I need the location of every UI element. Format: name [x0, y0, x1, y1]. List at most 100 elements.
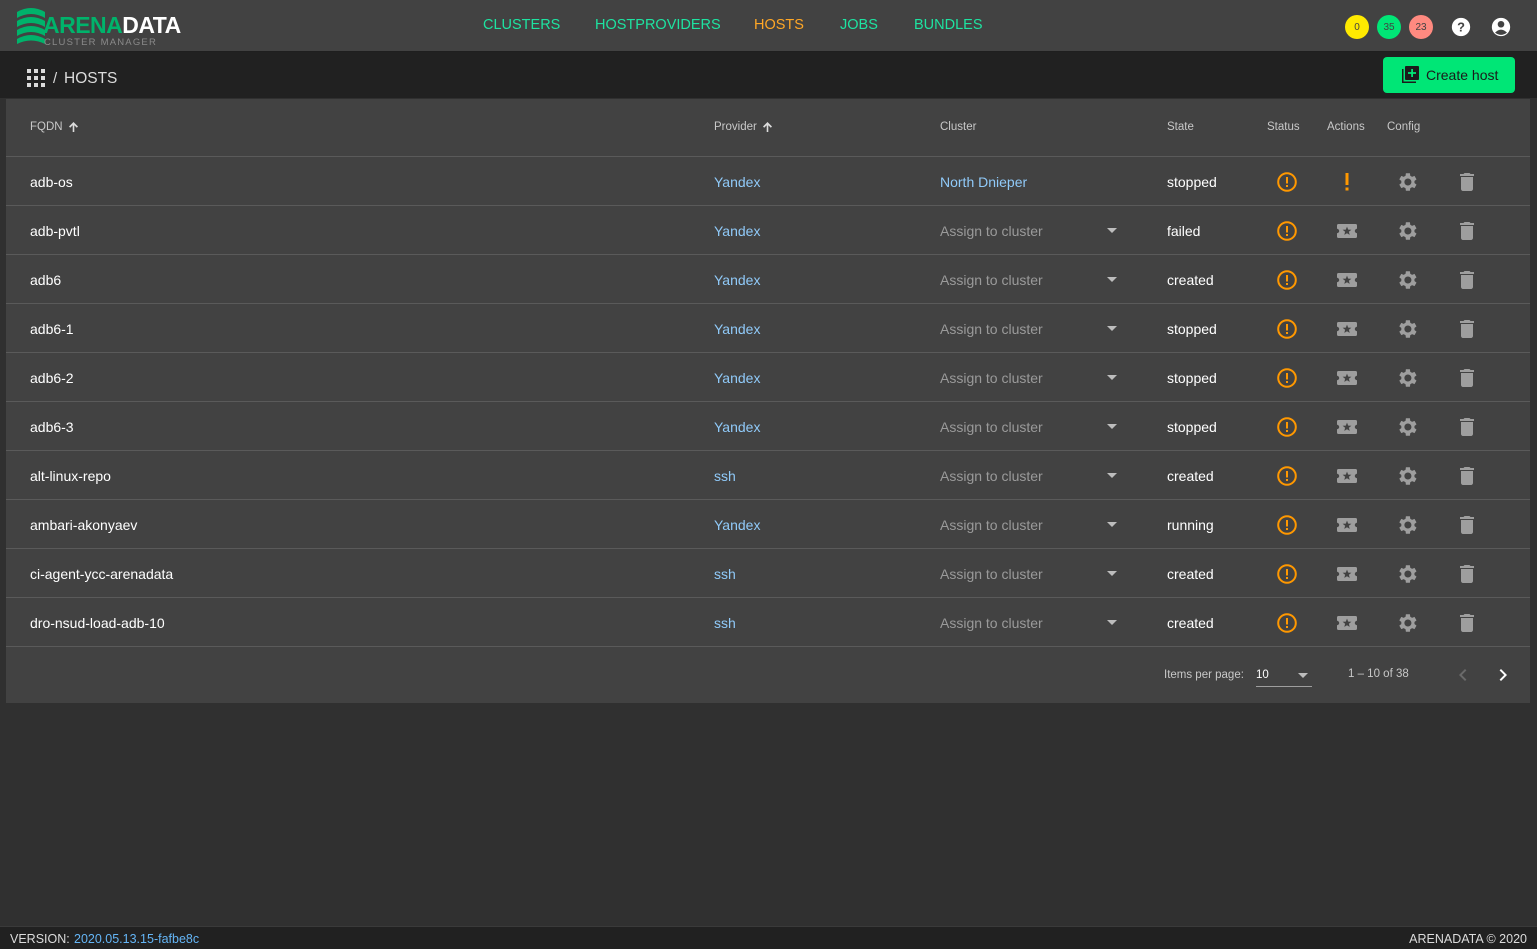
help-icon[interactable]: ?: [1450, 16, 1472, 38]
actions-icon[interactable]: [1334, 317, 1360, 341]
nav-clusters[interactable]: CLUSTERS: [483, 17, 560, 33]
delete-icon[interactable]: [1455, 611, 1479, 635]
breadcrumb-current: HOSTS: [64, 70, 118, 87]
logo[interactable]: ARENADATA CLUSTER MANAGER: [14, 4, 189, 48]
logo-subtitle: CLUSTER MANAGER: [44, 37, 158, 48]
assign-cluster-select[interactable]: Assign to cluster: [940, 468, 1043, 484]
version-link[interactable]: 2020.05.13.15-fafbe8c: [74, 932, 199, 946]
library-add-icon: [1402, 66, 1419, 83]
nav-jobs[interactable]: JOBS: [840, 17, 878, 33]
status-warning-icon[interactable]: [1275, 611, 1299, 635]
actions-icon[interactable]: [1334, 611, 1360, 635]
chevron-down-icon[interactable]: [1107, 228, 1117, 233]
provider-link[interactable]: Yandex: [714, 321, 760, 337]
delete-icon[interactable]: [1455, 219, 1479, 243]
actions-icon[interactable]: [1334, 464, 1360, 488]
settings-icon[interactable]: [1395, 366, 1419, 390]
actions-icon[interactable]: [1334, 219, 1360, 243]
settings-icon[interactable]: [1395, 268, 1419, 292]
apps-icon[interactable]: [27, 69, 45, 87]
chevron-down-icon[interactable]: [1107, 326, 1117, 331]
actions-icon[interactable]: [1334, 562, 1360, 586]
settings-icon[interactable]: [1395, 562, 1419, 586]
actions-icon[interactable]: [1334, 513, 1360, 537]
host-state: stopped: [1167, 419, 1217, 435]
status-warning-icon[interactable]: [1275, 562, 1299, 586]
assign-cluster-select[interactable]: Assign to cluster: [940, 370, 1043, 386]
provider-link[interactable]: Yandex: [714, 272, 760, 288]
svg-text:?: ?: [1457, 20, 1465, 35]
cluster-link[interactable]: North Dnieper: [940, 174, 1027, 190]
assign-cluster-select[interactable]: Assign to cluster: [940, 419, 1043, 435]
table-row: adb6 Yandex Assign to cluster created: [6, 255, 1530, 304]
assign-cluster-select[interactable]: Assign to cluster: [940, 223, 1043, 239]
settings-icon[interactable]: [1395, 170, 1419, 194]
account-circle-icon[interactable]: [1490, 16, 1512, 38]
delete-icon[interactable]: [1455, 513, 1479, 537]
settings-icon[interactable]: [1395, 464, 1419, 488]
provider-link[interactable]: Yandex: [714, 419, 760, 435]
delete-icon[interactable]: [1455, 317, 1479, 341]
column-header-config: Config: [1387, 121, 1421, 133]
chevron-down-icon[interactable]: [1107, 375, 1117, 380]
delete-icon[interactable]: [1455, 464, 1479, 488]
status-warning-icon[interactable]: [1275, 170, 1299, 194]
actions-icon[interactable]: [1334, 415, 1360, 439]
status-warning-icon[interactable]: [1275, 317, 1299, 341]
nav-bundles[interactable]: BUNDLES: [914, 17, 983, 33]
column-header-fqdn[interactable]: FQDN: [30, 121, 79, 133]
chevron-down-icon[interactable]: [1107, 571, 1117, 576]
assign-cluster-select[interactable]: Assign to cluster: [940, 272, 1043, 288]
delete-icon[interactable]: [1455, 415, 1479, 439]
assign-cluster-select[interactable]: Assign to cluster: [940, 615, 1043, 631]
task-badge-running[interactable]: 0: [1345, 15, 1369, 39]
provider-link[interactable]: Yandex: [714, 223, 760, 239]
delete-icon[interactable]: [1455, 170, 1479, 194]
task-badge-success[interactable]: 35: [1377, 15, 1401, 39]
host-fqdn: adb6-3: [30, 419, 74, 435]
chevron-down-icon[interactable]: [1107, 620, 1117, 625]
settings-icon[interactable]: [1395, 415, 1419, 439]
actions-icon[interactable]: [1334, 366, 1360, 390]
create-host-button[interactable]: Create host: [1383, 57, 1515, 93]
provider-link[interactable]: Yandex: [714, 517, 760, 533]
status-warning-icon[interactable]: [1275, 268, 1299, 292]
provider-link[interactable]: ssh: [714, 566, 736, 582]
provider-link[interactable]: ssh: [714, 468, 736, 484]
status-warning-icon[interactable]: [1275, 366, 1299, 390]
chevron-down-icon[interactable]: [1107, 277, 1117, 282]
table-row: adb6-2 Yandex Assign to cluster stopped: [6, 353, 1530, 402]
status-warning-icon[interactable]: [1275, 464, 1299, 488]
delete-icon[interactable]: [1455, 366, 1479, 390]
settings-icon[interactable]: [1395, 513, 1419, 537]
chevron-down-icon[interactable]: [1107, 522, 1117, 527]
assign-cluster-select[interactable]: Assign to cluster: [940, 321, 1043, 337]
status-warning-icon[interactable]: [1275, 219, 1299, 243]
settings-icon[interactable]: [1395, 611, 1419, 635]
settings-icon[interactable]: [1395, 317, 1419, 341]
provider-link[interactable]: Yandex: [714, 174, 760, 190]
nav-hostproviders[interactable]: HOSTPROVIDERS: [595, 17, 721, 33]
next-page-icon[interactable]: [1491, 663, 1515, 687]
provider-link[interactable]: Yandex: [714, 370, 760, 386]
items-per-page-select[interactable]: 10: [1256, 665, 1312, 687]
action-warning-icon[interactable]: [1335, 170, 1359, 194]
host-fqdn: adb6-1: [30, 321, 74, 337]
actions-icon[interactable]: [1334, 268, 1360, 292]
assign-cluster-select[interactable]: Assign to cluster: [940, 566, 1043, 582]
assign-cluster-select[interactable]: Assign to cluster: [940, 517, 1043, 533]
task-badge-failed[interactable]: 23: [1409, 15, 1433, 39]
previous-page-icon[interactable]: [1451, 663, 1475, 687]
column-header-provider[interactable]: Provider: [714, 121, 773, 133]
provider-link[interactable]: ssh: [714, 615, 736, 631]
paginator: Items per page: 10 1 – 10 of 38: [6, 647, 1530, 703]
chevron-down-icon[interactable]: [1107, 473, 1117, 478]
status-warning-icon[interactable]: [1275, 513, 1299, 537]
column-header-state[interactable]: State: [1167, 121, 1194, 133]
settings-icon[interactable]: [1395, 219, 1419, 243]
status-warning-icon[interactable]: [1275, 415, 1299, 439]
delete-icon[interactable]: [1455, 268, 1479, 292]
nav-hosts[interactable]: HOSTS: [754, 17, 804, 33]
chevron-down-icon[interactable]: [1107, 424, 1117, 429]
delete-icon[interactable]: [1455, 562, 1479, 586]
